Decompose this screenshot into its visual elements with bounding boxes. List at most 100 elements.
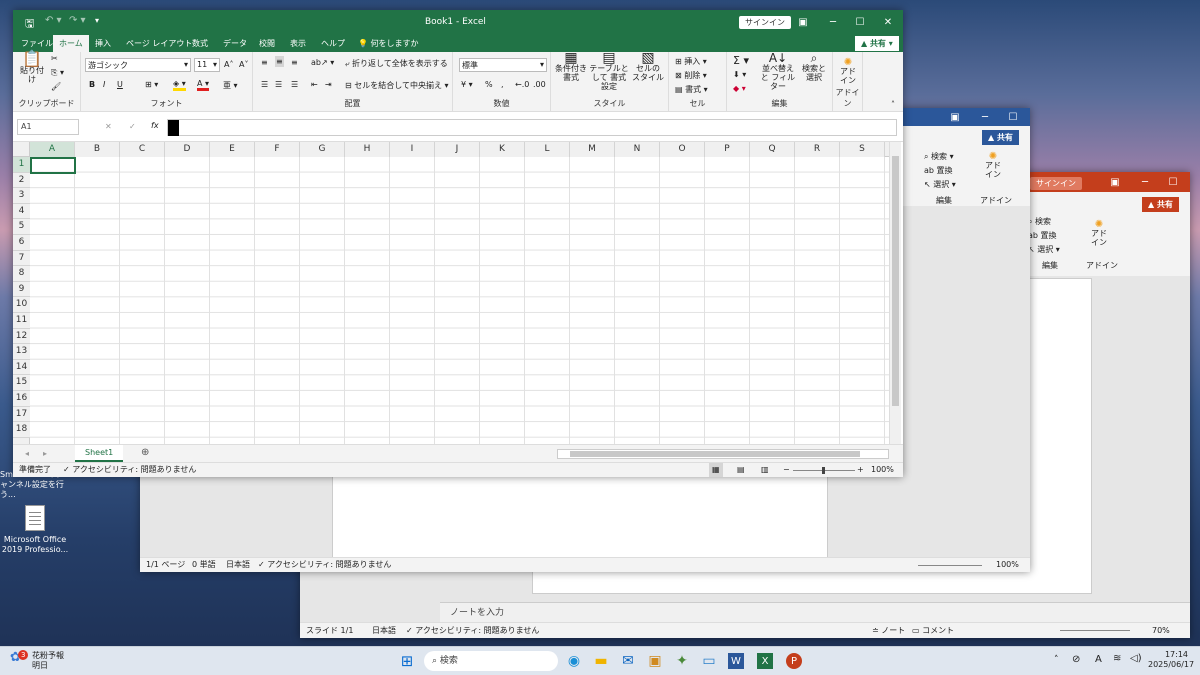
font-color-icon[interactable]: A ▾ [197,79,210,91]
column-header[interactable]: L [525,142,570,157]
clear-icon[interactable]: ◆ ▾ [733,84,746,93]
find-select-button[interactable]: ⌕ 検索と 選択 [799,52,829,82]
tell-me-box[interactable]: 💡 何をしますか [358,38,419,49]
cut-icon[interactable]: ✂ [51,54,58,63]
row-header[interactable]: 12 [13,328,30,345]
tab-help[interactable]: ヘルプ [321,38,345,49]
zoom-value[interactable]: 100% [871,463,894,477]
column-header[interactable]: G [300,142,345,157]
column-header[interactable]: C [120,142,165,157]
column-header[interactable]: E [210,142,255,157]
decrease-decimal-icon[interactable]: .00 [533,80,546,89]
status-accessibility[interactable]: ✓ アクセシビリティ: 問題ありません [63,463,196,477]
vertical-scrollbar[interactable] [889,142,901,444]
decrease-font-icon[interactable]: A˅ [239,60,248,69]
cancel-icon[interactable]: ✕ [105,122,112,131]
zoom-slider[interactable] [793,467,855,474]
tab-review[interactable]: 校閲 [259,38,275,49]
tab-page-layout[interactable]: ページ レイアウト [126,38,192,49]
row-header[interactable]: 8 [13,266,30,282]
zoom-in-icon[interactable]: + [857,463,864,477]
column-header[interactable]: M [570,142,615,157]
edge-icon[interactable]: ◉ [563,650,585,672]
align-center-icon[interactable]: ☰ [275,80,282,89]
tab-file[interactable]: ファイル [21,38,53,49]
wifi-icon[interactable]: ≋ [1113,653,1121,664]
column-header[interactable]: Q [750,142,795,157]
monitor-icon[interactable]: ▭ [698,650,720,672]
minimize-icon[interactable]: ─ [818,10,848,34]
row-header[interactable]: 6 [13,235,30,251]
fx-button[interactable]: fx [151,121,159,130]
undo-icon[interactable]: ↶ ▾ [45,15,62,26]
maximize-icon[interactable]: ☐ [845,10,875,34]
spreadsheet-grid[interactable]: ABCDEFGHIJKLMNOPQRS 1 2 3 4 5 6 7 8 9 10 11 12 13 14 1… [13,142,889,444]
start-windows-icon[interactable]: ⊞ [396,650,418,672]
ppt-share-button[interactable]: ▲ 共有 [1142,197,1179,212]
column-header[interactable]: H [345,142,390,157]
ppt-comment-button[interactable]: ▭ コメント [912,623,954,638]
row-header[interactable]: 3 [13,188,30,204]
bold-button[interactable]: B [89,80,95,89]
row-header[interactable]: 16 [13,391,30,407]
format-painter-icon[interactable]: 🖌 [51,82,61,91]
desktop-icon-office[interactable]: Microsoft Office 2019 Professio... [0,505,70,555]
sheet-next-icon[interactable]: ▸ [43,449,47,458]
font-size-select[interactable]: 11 ▾ [194,58,220,72]
currency-icon[interactable]: ¥ ▾ [461,80,473,89]
cell-area[interactable] [30,157,889,444]
tab-insert[interactable]: 挿入 [95,38,111,49]
word-zoom-slider[interactable] [918,565,982,566]
increase-decimal-icon[interactable]: ←.0 [515,80,529,89]
merge-center-button[interactable]: ⊟ セルを結合して中央揃え ▾ [345,80,449,91]
indent-decrease-icon[interactable]: ⇤ [311,80,318,89]
row-header[interactable]: 7 [13,250,30,267]
tab-home[interactable]: ホーム [53,35,89,52]
percent-button[interactable]: % [485,80,493,89]
page-break-view-icon[interactable]: ▥ [761,463,769,477]
wrap-text-button[interactable]: ⤶ 折り返して全体を表示する [345,58,448,69]
column-header[interactable]: R [795,142,840,157]
row-header[interactable]: 17 [13,406,30,423]
maximize-icon[interactable]: ☐ [998,108,1028,126]
ppt-select-button[interactable]: ↖ 選択 ▾ [1028,244,1060,255]
collapse-ribbon-icon[interactable]: ˄ [891,100,895,109]
row-header[interactable]: 2 [13,172,30,189]
word-replace-button[interactable]: ab 置換 [924,165,953,176]
tray-chevron-icon[interactable]: ˄ [1054,655,1059,665]
increase-font-icon[interactable]: A˄ [224,60,233,69]
column-header[interactable]: N [615,142,660,157]
underline-button[interactable]: U [117,80,123,89]
row-header[interactable]: 13 [13,344,30,360]
align-left-icon[interactable]: ☰ [261,80,268,89]
copy-icon[interactable]: ⎘ ▾ [51,68,64,78]
italic-button[interactable]: I [103,80,105,89]
ppt-notes-pane[interactable]: ノートを入力 [440,602,1190,622]
close-icon[interactable]: ✕ [873,10,903,34]
format-as-table-button[interactable]: ▤ テーブルとして 書式設定 [589,51,629,91]
network-status-icon[interactable]: ⊘ [1072,654,1080,665]
addin-button[interactable]: ✺ アド イン [837,58,859,86]
column-header[interactable]: P [705,142,750,157]
word-zoom-value[interactable]: 100% [996,558,1019,572]
active-cell[interactable] [30,157,76,174]
media-icon[interactable]: ▣ [644,650,666,672]
row-header[interactable]: 1 [13,157,30,173]
column-header[interactable]: A [30,142,75,157]
format-cells-button[interactable]: ▤ 書式 ▾ [675,84,708,95]
zoom-out-icon[interactable]: − [783,463,790,477]
outlook-icon[interactable]: ✉ [617,650,639,672]
sheet-tab-sheet1[interactable]: Sheet1 [75,445,124,462]
align-bottom-icon[interactable]: ≡ [291,58,298,67]
ppt-find-button[interactable]: ⌕ 検索 [1028,216,1051,227]
ppt-notes-button[interactable]: ≐ ノート [872,623,905,638]
column-header[interactable]: O [660,142,705,157]
autosum-icon[interactable]: Σ ▾ [733,54,749,67]
save-icon[interactable]: 🖫 [25,15,34,34]
app-icon[interactable]: ✦ [671,650,693,672]
row-header[interactable]: 18 [13,422,30,438]
word-find-button[interactable]: ⌕ 検索 ▾ [924,151,954,162]
minimize-icon[interactable]: ─ [1130,172,1160,192]
font-name-select[interactable]: 游ゴシック ▾ [85,58,191,72]
number-format-select[interactable]: 標準 ▾ [459,58,547,72]
